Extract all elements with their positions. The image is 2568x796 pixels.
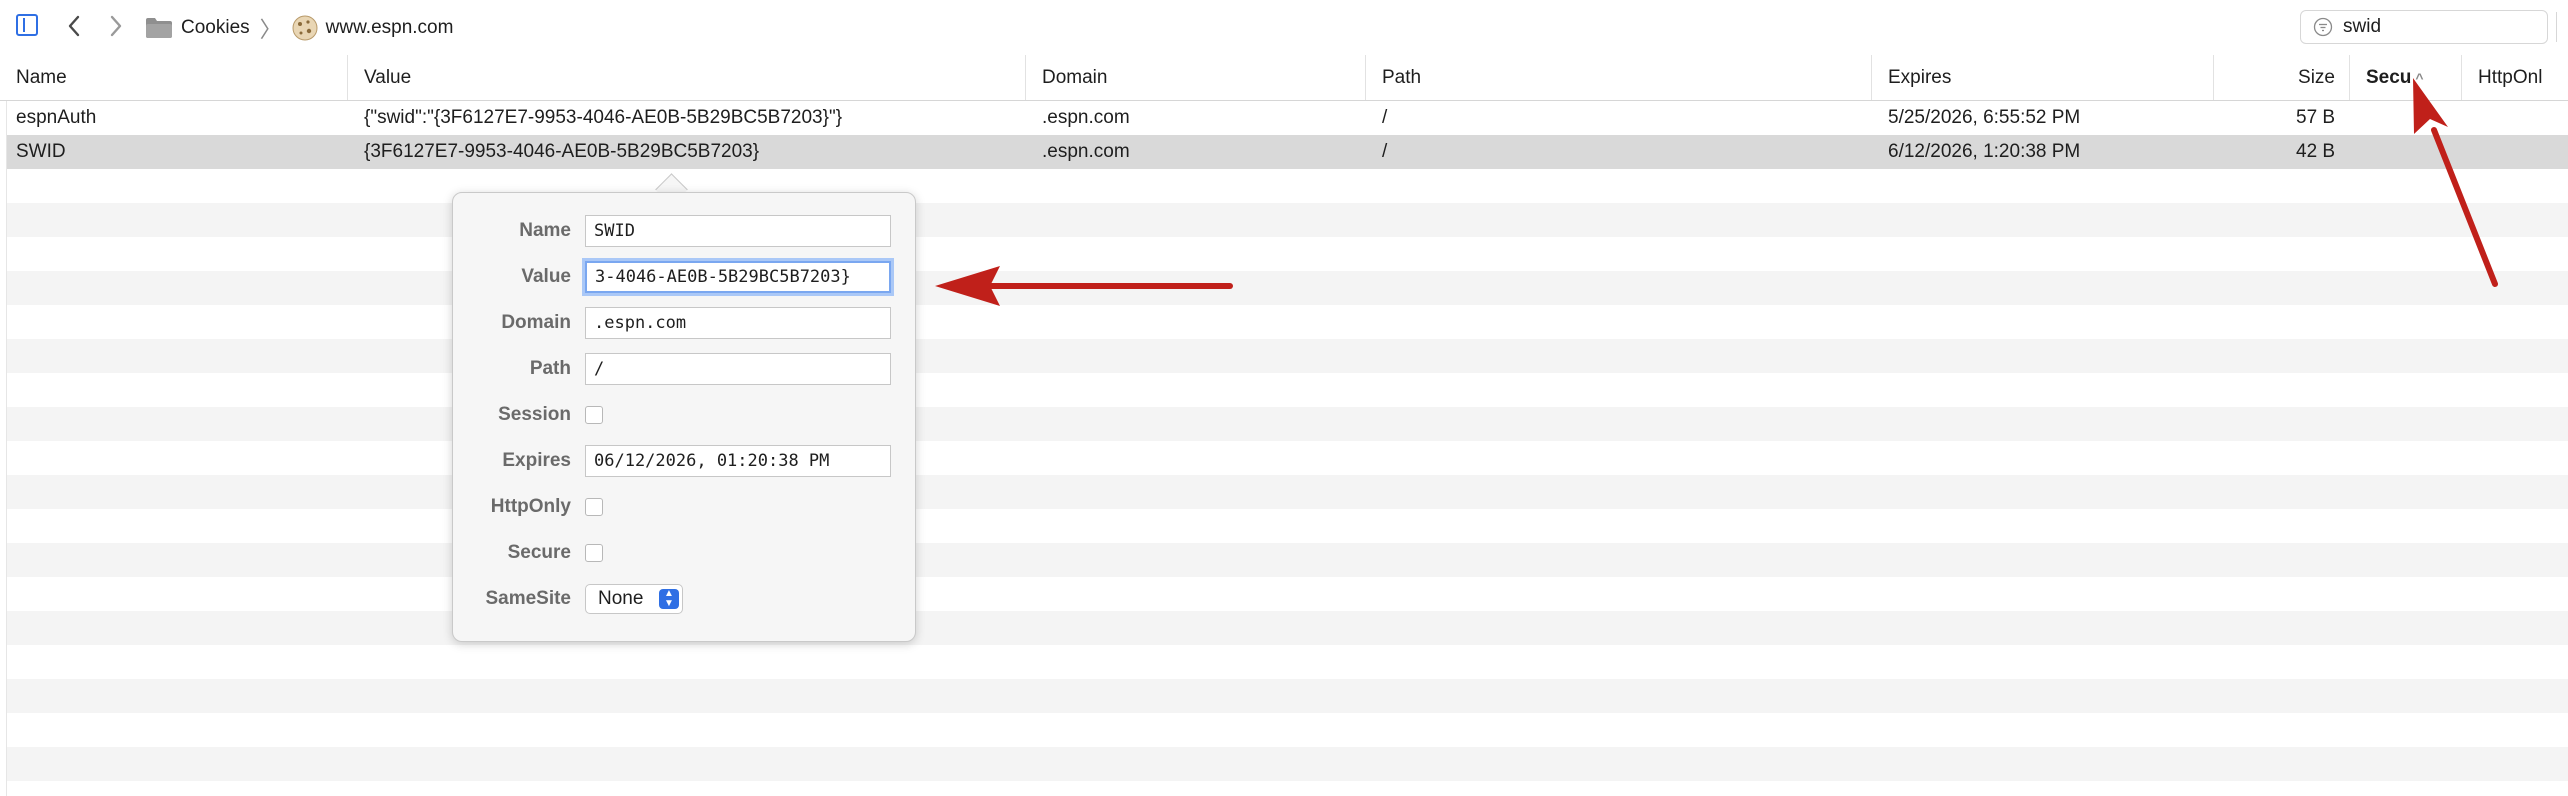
toolbar-divider: [2556, 12, 2557, 42]
column-header-size[interactable]: Size: [2214, 55, 2350, 100]
cell-value: {3F6127E7-9953-4046-AE0B-5B29BC5B7203}: [364, 141, 760, 162]
chevron-right-icon: [110, 15, 122, 37]
label-domain: Domain: [501, 312, 571, 333]
label-secure: Secure: [507, 542, 571, 563]
popover-row-domain: Domain: [453, 305, 917, 341]
cookie-edit-popover: Name Value Domain Path Session Expires H…: [452, 192, 916, 642]
filter-icon: [2313, 17, 2333, 37]
path-field[interactable]: [585, 353, 891, 385]
popover-row-name: Name: [453, 213, 917, 249]
popover-row-secure: Secure: [453, 535, 917, 571]
empty-row: [0, 339, 2568, 373]
label-value: Value: [521, 266, 571, 287]
table-row-selected[interactable]: SWID {3F6127E7-9953-4046-AE0B-5B29BC5B72…: [0, 135, 2568, 169]
column-header-httponly[interactable]: HttpOnl: [2462, 55, 2568, 100]
samesite-select[interactable]: None ▲ ▼: [585, 584, 683, 614]
popover-row-httponly: HttpOnly: [453, 489, 917, 525]
search-input[interactable]: [2341, 15, 2525, 39]
label-name: Name: [519, 220, 571, 241]
column-header-value[interactable]: Value: [348, 55, 1026, 100]
samesite-selected-value: None: [598, 588, 644, 609]
filter-search-field[interactable]: [2300, 10, 2548, 44]
empty-row: [0, 475, 2568, 509]
sidebar-toggle-icon[interactable]: [16, 14, 38, 36]
column-header-secure[interactable]: Secu ^: [2350, 55, 2462, 100]
empty-row: [0, 679, 2568, 713]
column-header-secure-label: Secu: [2366, 67, 2412, 88]
empty-row: [0, 611, 2568, 645]
value-field[interactable]: [585, 261, 891, 293]
empty-row: [0, 203, 2568, 237]
chevron-left-icon: [68, 15, 80, 37]
column-header-name[interactable]: Name: [0, 55, 348, 100]
cell-expires: 6/12/2026, 1:20:38 PM: [1888, 141, 2081, 162]
breadcrumb-item-domain[interactable]: www.espn.com: [326, 17, 454, 39]
name-field[interactable]: [585, 215, 891, 247]
cell-name: espnAuth: [16, 107, 97, 128]
folder-icon: [146, 18, 172, 38]
label-httponly: HttpOnly: [490, 496, 571, 517]
empty-row: [0, 407, 2568, 441]
domain-field[interactable]: [585, 307, 891, 339]
toolbar: Cookies 〉 www.espn.com: [0, 0, 2568, 56]
cell-expires: 5/25/2026, 6:55:52 PM: [1888, 107, 2081, 128]
table-row[interactable]: espnAuth {"swid":"{3F6127E7-9953-4046-AE…: [0, 101, 2568, 135]
cell-size: 57 B: [2296, 107, 2336, 128]
popover-row-path: Path: [453, 351, 917, 387]
cell-domain: .espn.com: [1042, 107, 1130, 128]
empty-row: [0, 747, 2568, 781]
breadcrumb-separator-icon: 〉: [259, 17, 282, 42]
column-header-expires[interactable]: Expires: [1872, 55, 2214, 100]
cell-name: SWID: [16, 141, 66, 162]
updown-chevron-icon: ▲ ▼: [659, 589, 679, 609]
cell-path: /: [1382, 107, 1388, 128]
left-edge: [0, 101, 7, 796]
popover-row-samesite: SameSite None ▲ ▼: [453, 581, 917, 617]
session-checkbox[interactable]: [585, 406, 603, 424]
popover-row-session: Session: [453, 397, 917, 433]
cell-domain: .espn.com: [1042, 141, 1130, 162]
popover-row-value: Value: [453, 259, 917, 295]
table-header: Name Value Domain Path Expires Size Secu…: [0, 55, 2568, 101]
back-button[interactable]: [58, 10, 90, 42]
label-samesite: SameSite: [485, 588, 571, 609]
label-session: Session: [498, 404, 571, 425]
httponly-checkbox[interactable]: [585, 498, 603, 516]
column-header-path[interactable]: Path: [1366, 55, 1872, 100]
cookie-table-body: espnAuth {"swid":"{3F6127E7-9953-4046-AE…: [0, 101, 2568, 796]
expires-field[interactable]: [585, 445, 891, 477]
column-header-domain[interactable]: Domain: [1026, 55, 1366, 100]
breadcrumb-item-cookies[interactable]: Cookies: [181, 17, 250, 39]
empty-row: [0, 271, 2568, 305]
globe-icon: [292, 15, 318, 41]
cell-path: /: [1382, 141, 1388, 162]
secure-checkbox[interactable]: [585, 544, 603, 562]
breadcrumb: Cookies 〉 www.espn.com: [145, 14, 453, 42]
label-expires: Expires: [502, 450, 571, 471]
empty-row: [0, 543, 2568, 577]
label-path: Path: [529, 358, 571, 379]
forward-button[interactable]: [100, 10, 132, 42]
cell-value: {"swid":"{3F6127E7-9953-4046-AE0B-5B29BC…: [364, 107, 843, 128]
popover-row-expires: Expires: [453, 443, 917, 479]
sort-ascending-icon: ^: [2415, 70, 2424, 86]
cell-size: 42 B: [2296, 141, 2336, 162]
